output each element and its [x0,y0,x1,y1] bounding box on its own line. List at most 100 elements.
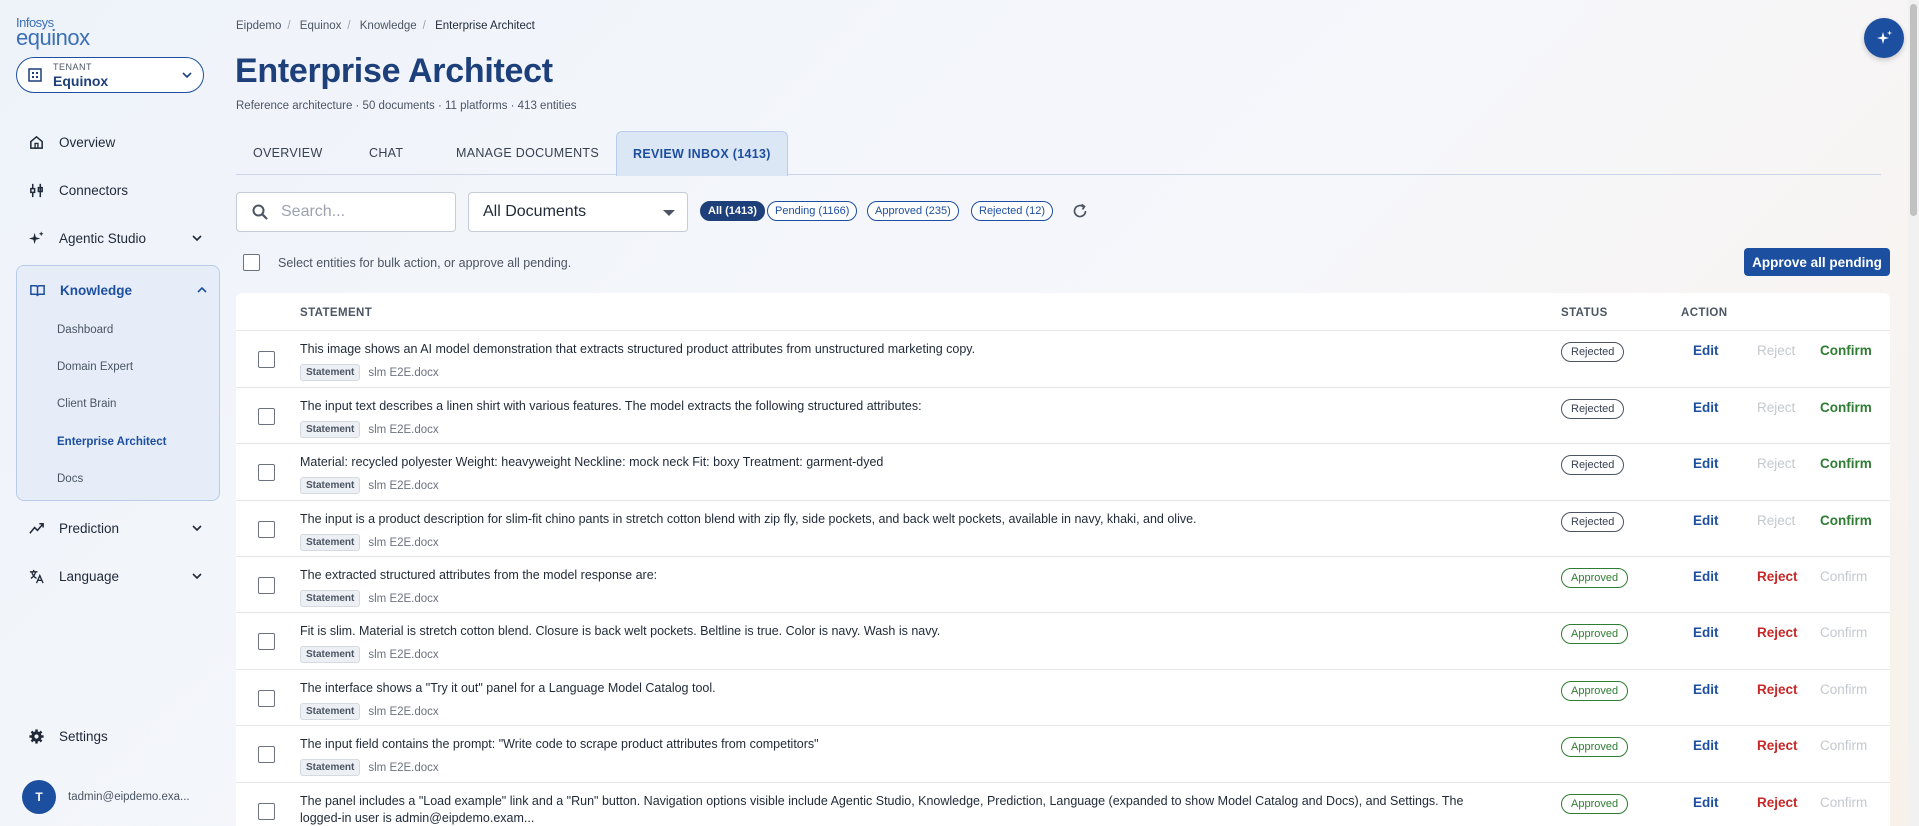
table-row: The input is a product description for s… [236,500,1890,557]
confirm-button[interactable]: Confirm [1820,513,1872,528]
nav-agentic-studio[interactable]: Agentic Studio [16,222,216,254]
edit-button[interactable]: Edit [1693,682,1719,697]
status-badge: Rejected [1561,399,1625,419]
table-row: Fit is slim. Material is stretch cotton … [236,612,1890,669]
chevron-down-icon [192,525,202,532]
refresh-icon[interactable] [1071,202,1089,220]
edit-button[interactable]: Edit [1693,513,1719,528]
reject-button[interactable]: Reject [1757,400,1795,415]
filter-rejected[interactable]: Rejected (12) [971,201,1054,221]
nav-knowledge-client-brain[interactable]: Client Brain [57,398,116,410]
row-meta: Statement slm E2E.docx [300,421,439,438]
row-checkbox[interactable] [258,351,275,368]
confirm-button[interactable]: Confirm [1820,456,1872,471]
nav-settings[interactable]: Settings [16,720,216,752]
scrollbar-thumb[interactable] [1910,4,1917,216]
edit-button[interactable]: Edit [1693,738,1719,753]
logo[interactable]: Infosys equinox [16,16,90,49]
row-checkbox[interactable] [258,803,275,820]
statement-text: Fit is slim. Material is stretch cotton … [300,624,941,638]
source-document: slm E2E.docx [368,423,439,436]
nav-knowledge-domain-expert[interactable]: Domain Expert [57,361,133,373]
book-icon [30,284,45,296]
row-meta: Statement slm E2E.docx [300,703,439,720]
row-meta: Statement slm E2E.docx [300,534,439,551]
confirm-button[interactable]: Confirm [1820,343,1872,358]
confirm-button[interactable]: Confirm [1820,569,1867,584]
edit-button[interactable]: Edit [1693,343,1719,358]
reject-button[interactable]: Reject [1757,513,1795,528]
row-checkbox[interactable] [258,633,275,650]
tab-manage-documents[interactable]: MANAGE DOCUMENTS [456,131,599,175]
reject-button[interactable]: Reject [1757,569,1798,584]
edit-button[interactable]: Edit [1693,625,1719,640]
confirm-button[interactable]: Confirm [1820,682,1867,697]
nav-knowledge[interactable]: Knowledge [17,274,221,306]
nav-prediction-label: Prediction [59,520,120,536]
entity-type-tag: Statement [300,590,361,607]
entity-type-tag: Statement [300,477,361,494]
sparkle-icon [1877,30,1892,44]
row-checkbox[interactable] [258,690,275,707]
nav-knowledge-docs[interactable]: Docs [57,473,83,485]
reject-button[interactable]: Reject [1757,343,1795,358]
breadcrumb-item[interactable]: Knowledge [360,20,417,32]
row-checkbox[interactable] [258,577,275,594]
tenant-selector[interactable]: TENANT Equinox [16,57,204,93]
row-checkbox[interactable] [258,521,275,538]
confirm-button[interactable]: Confirm [1820,625,1867,640]
status-badge: Approved [1561,737,1629,757]
gear-icon [29,728,44,744]
row-meta: Statement slm E2E.docx [300,646,439,663]
statement-text: This image shows an AI model demonstrati… [300,342,976,356]
column-header-statement: STATEMENT [300,307,373,319]
nav-language[interactable]: Language [16,560,216,592]
nav-connectors[interactable]: Connectors [16,174,216,206]
review-table: STATEMENT STATUS ACTION This image shows… [236,293,1890,826]
nav-prediction[interactable]: Prediction [16,512,216,544]
tab-overview[interactable]: OVERVIEW [253,131,323,175]
statement-text: The input text describes a linen shirt w… [300,399,922,413]
confirm-button[interactable]: Confirm [1820,400,1872,415]
edit-button[interactable]: Edit [1693,795,1719,810]
tab-chat[interactable]: CHAT [369,131,403,175]
edit-button[interactable]: Edit [1693,456,1719,471]
tab-review-inbox[interactable]: REVIEW INBOX (1413) [616,131,788,176]
nav-settings-label: Settings [59,728,108,744]
breadcrumb-item[interactable]: Eipdemo [236,20,281,32]
entity-type-tag: Statement [300,646,361,663]
reject-button[interactable]: Reject [1757,682,1798,697]
scrollbar[interactable] [1908,0,1919,826]
edit-button[interactable]: Edit [1693,569,1719,584]
entity-type-tag: Statement [300,703,361,720]
breadcrumb-item[interactable]: Equinox [300,20,342,32]
row-checkbox[interactable] [258,464,275,481]
nav-knowledge-enterprise-architect[interactable]: Enterprise Architect [57,436,167,448]
filter-all[interactable]: All (1413) [700,201,765,221]
table-row: The extracted structured attributes from… [236,556,1890,613]
nav-knowledge-label: Knowledge [60,282,133,298]
confirm-button[interactable]: Confirm [1820,795,1867,810]
ai-assistant-button[interactable] [1864,18,1904,58]
nav-overview[interactable]: Overview [16,126,216,158]
reject-button[interactable]: Reject [1757,738,1798,753]
document-filter-select[interactable]: All Documents [468,192,688,232]
confirm-button[interactable]: Confirm [1820,738,1867,753]
nav-knowledge-dashboard[interactable]: Dashboard [57,324,113,336]
select-all-checkbox[interactable] [243,254,260,271]
approve-all-pending-button[interactable]: Approve all pending [1744,248,1890,276]
search-input[interactable] [281,203,431,221]
row-meta: Statement slm E2E.docx [300,364,439,381]
status-badge: Approved [1561,681,1629,701]
page-title: Enterprise Architect [235,52,553,90]
row-checkbox[interactable] [258,746,275,763]
reject-button[interactable]: Reject [1757,795,1798,810]
filter-pending[interactable]: Pending (1166) [767,201,858,221]
user-profile[interactable]: T tadmin@eipdemo.exa... [22,780,190,814]
filter-approved[interactable]: Approved (235) [867,201,959,221]
row-checkbox[interactable] [258,408,275,425]
reject-button[interactable]: Reject [1757,456,1795,471]
reject-button[interactable]: Reject [1757,625,1798,640]
tenant-label: TENANT [53,61,92,72]
edit-button[interactable]: Edit [1693,400,1719,415]
